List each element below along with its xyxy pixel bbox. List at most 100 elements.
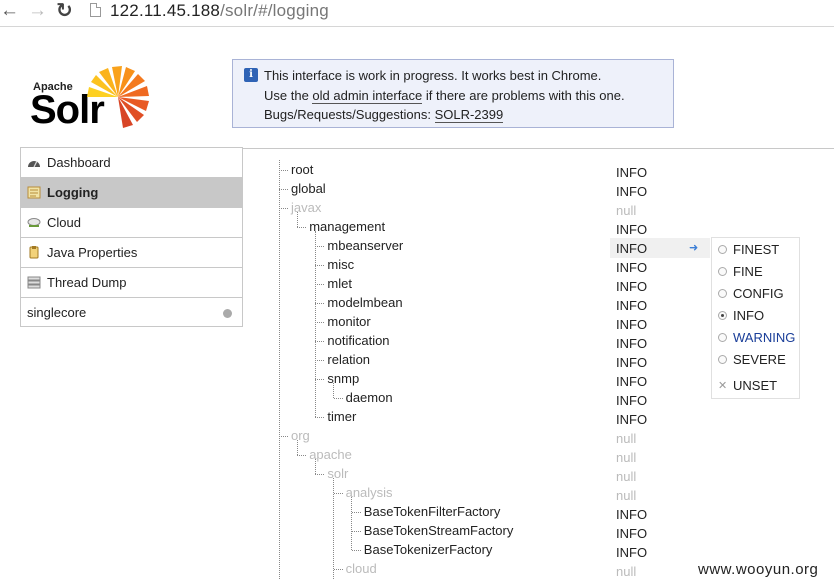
logger-level[interactable]: INFO [616,410,647,429]
tree-connector [315,265,325,266]
logger-level[interactable]: null [616,467,636,486]
sidebar-item-label: Cloud [47,215,81,230]
tree-connector [351,531,361,532]
notice-line-2-post: if there are problems with this one. [422,87,625,103]
level-option-unset[interactable]: ✕ UNSET [712,375,799,397]
logger-level[interactable]: INFO [616,258,647,277]
tree-connector [297,227,307,228]
solr-logo[interactable]: Apache Solr [28,64,158,136]
core-selector[interactable]: singlecore [21,298,242,328]
watermark: www.wooyun.org [698,561,819,578]
logger-level[interactable]: INFO [616,372,647,391]
tree-connector [315,379,325,380]
sidebar-item-dashboard[interactable]: Dashboard [21,148,242,178]
level-option-warning[interactable]: WARNING [712,327,799,349]
notice-line-3: Bugs/Requests/Suggestions: SOLR-2399 [264,105,673,125]
logger-name: modelmbean [327,295,403,310]
logger-level[interactable]: null [616,448,636,467]
back-arrow-icon[interactable]: ← [0,1,19,21]
logger-name: BaseTokenStreamFactory [363,523,514,538]
logger-level[interactable]: null [616,201,636,220]
reload-icon[interactable]: ↻ [56,1,73,21]
logger-level[interactable]: INFO [616,505,647,524]
logger-name: BaseTokenizerFactory [363,542,493,557]
logger-level[interactable]: INFO [616,353,647,372]
logger-name: BaseTokenFilterFactory [363,504,501,519]
tree-connector [351,512,361,513]
sidebar-item-label: Dashboard [47,155,111,170]
content-top-rule [243,148,834,149]
logger-name: solr [327,466,349,481]
level-option-fine[interactable]: FINE [712,261,799,283]
logging-icon [27,186,41,199]
core-selector-label: singlecore [27,305,87,320]
cloud-icon [27,218,41,227]
address-bar[interactable]: 122.11.45.188/solr/#/logging [110,0,329,22]
tree-guide [279,160,280,579]
browser-divider [0,26,834,27]
logger-level[interactable]: null [616,486,636,505]
forward-arrow-icon[interactable]: → [28,1,47,21]
tree-guide [333,383,334,398]
logger-level[interactable]: INFO [616,163,647,182]
tree-connector [315,474,325,475]
tree-connector [315,246,325,247]
logger-level[interactable]: INFO [616,239,647,258]
logger-level[interactable]: INFO [616,334,647,353]
logger-name: daemon [345,390,393,405]
logger-name: monitor [327,314,371,329]
radio-icon [718,355,727,364]
tree-connector [333,569,343,570]
logger-level[interactable]: null [616,562,636,579]
tree-connector [315,303,325,304]
tree-connector [315,284,325,285]
logger-level[interactable]: INFO [616,524,647,543]
sidebar-item-thread-dump[interactable]: Thread Dump [21,268,242,298]
core-status-dot-icon [223,309,232,318]
notice-line-1: This interface is work in progress. It w… [264,68,602,83]
logger-level[interactable]: INFO [616,315,647,334]
logger-level[interactable]: INFO [616,296,647,315]
level-option-config[interactable]: CONFIG [712,283,799,305]
level-option-finest[interactable]: FINEST [712,239,799,261]
tree-connector [315,417,325,418]
sidebar-item-logging[interactable]: Logging [21,178,242,208]
thread-dump-icon [27,276,41,289]
notice-line-2-pre: Use the [264,87,313,103]
logger-level[interactable]: INFO [616,277,647,296]
tree-connector [333,493,343,494]
logger-name: misc [327,257,355,272]
app-window: ← → ↻ 122.11.45.188/solr/#/logging Apach… [0,0,834,579]
sidebar-item-label: Thread Dump [47,275,127,290]
logger-level[interactable]: INFO [616,391,647,410]
logger-name: root [291,162,314,177]
tree-guide [351,497,352,550]
level-option-info[interactable]: INFO [712,305,799,327]
browser-toolbar: ← → ↻ 122.11.45.188/solr/#/logging [0,0,834,26]
tree-guide [297,440,298,455]
sidebar-nav: Dashboard Logging Cloud Java Properties … [20,147,243,327]
logger-level[interactable]: INFO [616,543,647,562]
tree-connector [315,341,325,342]
logger-name: global [291,181,326,196]
level-option-label: INFO [733,308,765,323]
solr-2399-link[interactable]: SOLR-2399 [434,107,504,123]
page-icon [90,3,101,17]
unset-x-icon: ✕ [718,380,728,392]
level-option-label: CONFIG [733,286,784,301]
logger-level[interactable]: null [616,429,636,448]
logger-name: analysis [345,485,393,500]
logger-name: relation [327,352,371,367]
logger-level[interactable]: INFO [616,220,647,239]
old-admin-interface-link[interactable]: old admin interface [312,87,423,104]
level-option-severe[interactable]: SEVERE [712,349,799,371]
tree-connector [279,170,288,171]
level-option-label: UNSET [733,378,778,393]
logger-name: notification [327,333,390,348]
level-option-label: FINEST [733,242,780,257]
sidebar-item-java-properties[interactable]: Java Properties [21,238,242,268]
level-option-label: FINE [733,264,763,279]
logger-level[interactable]: INFO [616,182,647,201]
sidebar-item-cloud[interactable]: Cloud [21,208,242,238]
logger-name: management [309,219,386,234]
